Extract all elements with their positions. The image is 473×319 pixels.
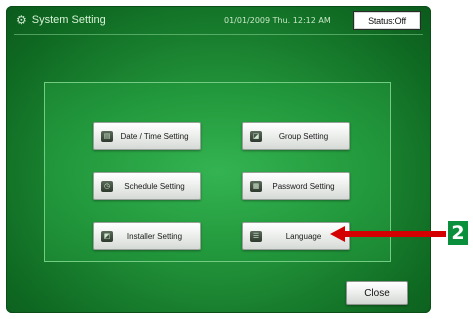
calendar-icon: ▤ — [101, 130, 113, 142]
button-label: Installer Setting — [126, 231, 183, 241]
button-label: Password Setting — [272, 181, 335, 191]
language-icon: ☰ — [250, 230, 262, 242]
title-bar: ⚙ System Setting 01/01/2009 Thu. 12:12 A… — [6, 6, 431, 35]
date-time-setting-button[interactable]: ▤ Date / Time Setting — [93, 122, 201, 150]
close-button[interactable]: Close — [346, 281, 408, 305]
installer-setting-button[interactable]: ◩ Installer Setting — [93, 222, 201, 250]
schedule-icon: ◷ — [101, 180, 113, 192]
button-label: Date / Time Setting — [120, 131, 189, 141]
callout-number-badge: 2 — [448, 221, 468, 245]
group-icon: ◪ — [250, 130, 262, 142]
status-badge: Status:Off — [353, 11, 421, 30]
button-label: Schedule Setting — [124, 181, 185, 191]
password-setting-button[interactable]: ▦ Password Setting — [242, 172, 350, 200]
system-setting-screen: ⚙ System Setting 01/01/2009 Thu. 12:12 A… — [6, 6, 431, 313]
title-text: System Setting — [31, 14, 106, 26]
group-setting-button[interactable]: ◪ Group Setting — [242, 122, 350, 150]
schedule-setting-button[interactable]: ◷ Schedule Setting — [93, 172, 201, 200]
callout-arrow-icon — [330, 226, 446, 242]
button-label: Group Setting — [278, 131, 329, 141]
settings-gear-icon: ⚙ — [16, 13, 27, 27]
window-title: ⚙ System Setting — [16, 13, 106, 27]
keyboard-icon: ▦ — [250, 180, 262, 192]
arrow-shape — [330, 226, 446, 242]
datetime-display: 01/01/2009 Thu. 12:12 AM — [224, 16, 331, 25]
installer-icon: ◩ — [101, 230, 113, 242]
